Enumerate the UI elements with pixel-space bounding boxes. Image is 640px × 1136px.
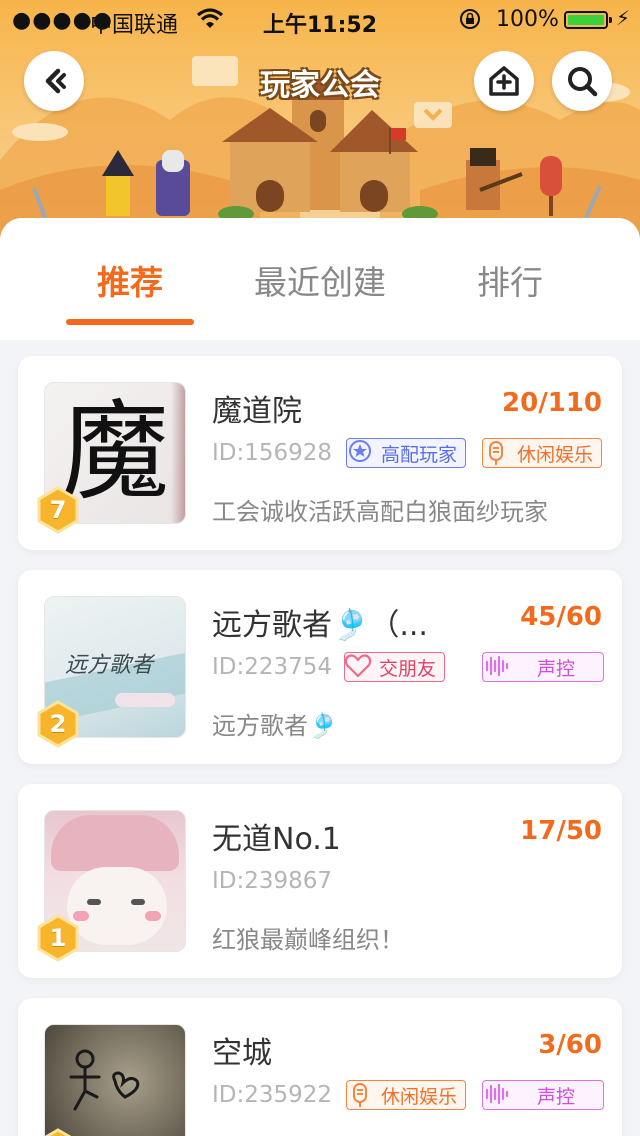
guild-tag: 休闲娱乐 [346,1080,467,1110]
house-plus-icon [489,66,519,96]
member-count: 20/110 [502,388,602,418]
rotation-lock-icon [458,7,482,37]
battery-icon [564,11,612,29]
member-count: 17/50 [520,816,602,846]
active-tab-indicator [66,319,194,325]
guild-id: ID:223754 [212,654,333,680]
guild-name: 无道No.1 [212,822,341,857]
guild-level-badge: 1 [36,914,80,962]
header-banner: ●●●●● 中国联通 上午11:52 100% ⚡ 玩家公会 [0,0,640,240]
guild-name: 远方歌者🎐（... [212,608,428,643]
charging-icon: ⚡ [616,6,631,30]
member-count: 3/60 [538,1030,602,1060]
microphone-icon [489,441,503,465]
sound-wave-icon [485,1083,509,1105]
guild-list-panel: 推荐 最近创建 排行 魔 7 魔道院 20/110 ID:156928 高配玩家… [0,218,640,1136]
search-icon [568,67,598,97]
guild-tag: 声控 [482,652,604,682]
create-guild-button[interactable] [474,51,534,111]
member-count: 45/60 [520,602,602,632]
guild-level-badge: 2 [36,700,80,748]
guild-level-badge: 7 [36,486,80,534]
guild-tag: 高配玩家 [346,438,467,468]
tab-recently-created[interactable]: 最近创建 [220,256,420,304]
guild-avatar [44,1024,186,1136]
avatar-calligraphy: 远方歌者 [65,653,154,678]
guild-card[interactable]: 远方歌者 2 远方歌者🎐（... 45/60 ID:223754 交朋友 声控 … [18,570,622,764]
guild-card[interactable]: 魔 7 魔道院 20/110 ID:156928 高配玩家 休闲娱乐 工会诚收活… [18,356,622,550]
search-button[interactable] [552,51,612,111]
sound-wave-icon [485,655,509,677]
tab-ranking[interactable]: 排行 [410,256,610,304]
tab-bar: 推荐 最近创建 排行 [0,218,640,340]
guild-name: 魔道院 [212,394,302,429]
guild-id: ID:156928 [212,440,333,466]
guild-id: ID:239867 [212,868,333,894]
guild-description: 工会诚收活跃高配白狼面纱玩家 [212,498,548,526]
guild-card[interactable]: 空城 3/60 ID:235922 休闲娱乐 声控 [18,998,622,1136]
guild-card[interactable]: 1 无道No.1 17/50 ID:239867 红狼最巅峰组织！ [18,784,622,978]
battery-percentage: 100% [496,7,559,32]
guild-tag: 休闲娱乐 [482,438,603,468]
guild-tag: 声控 [482,1080,604,1110]
guild-name: 空城 [212,1036,272,1071]
stick-figure-drawing [69,1049,140,1111]
guild-description: 红狼最巅峰组织！ [212,926,404,954]
guild-description: 远方歌者🎐 [212,712,338,740]
page-title: 玩家公会 [260,68,380,103]
guild-tag: 交朋友 [344,652,446,682]
status-bar: ●●●●● 中国联通 上午11:52 100% ⚡ [0,0,640,40]
microphone-icon [353,1083,367,1107]
heart-icon [344,654,372,678]
badge-star-icon [349,440,371,462]
guild-id: ID:235922 [212,1082,333,1108]
guild-level-badge [36,1128,80,1136]
tab-recommended[interactable]: 推荐 [30,256,230,304]
